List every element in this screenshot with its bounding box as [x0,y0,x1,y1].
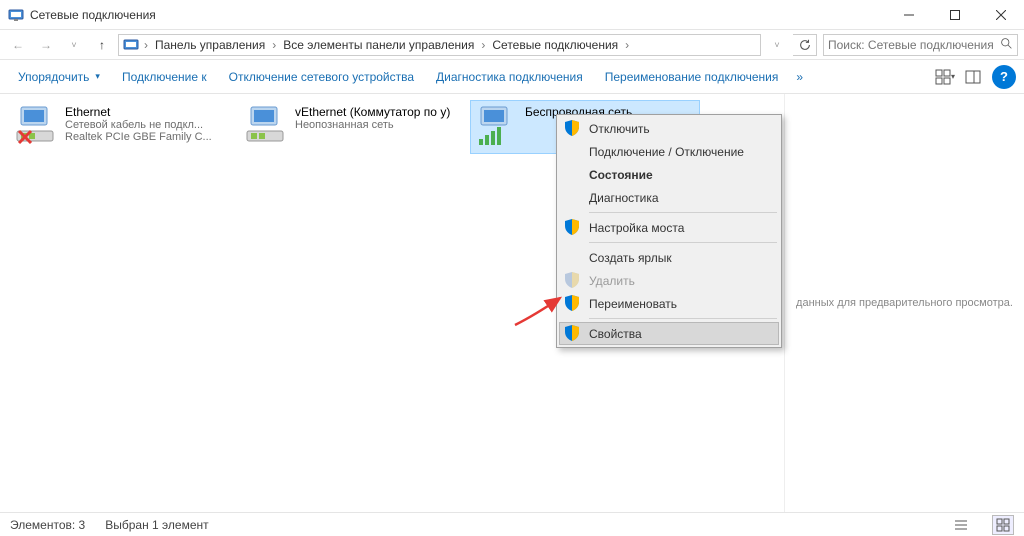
back-button[interactable]: ← [6,33,30,57]
menu-item-label: Создать ярлык [589,251,672,265]
close-button[interactable] [978,0,1024,30]
large-icons-view-button[interactable] [992,515,1014,535]
history-dropdown[interactable]: ˅ [765,33,789,57]
window-title: Сетевые подключения [30,8,886,22]
menu-item-delete: Удалить [559,269,779,292]
details-view-button[interactable] [950,515,972,535]
shield-icon [563,294,581,312]
forward-button[interactable]: → [34,33,58,57]
breadcrumb-icon [123,37,139,53]
search-input[interactable] [828,38,1000,52]
help-button[interactable]: ? [992,65,1016,89]
connection-status: Неопознанная сеть [295,119,467,131]
status-selected: Выбран 1 элемент [105,518,208,532]
network-adapter-icon [13,103,61,151]
menu-item-label: Удалить [589,274,635,288]
connection-item-vethernet[interactable]: vEthernet (Коммутатор по у) Неопознанная… [240,100,470,154]
menu-item-rename[interactable]: Переименовать [559,292,779,315]
shield-icon [563,271,581,289]
connection-name: vEthernet (Коммутатор по у) [295,103,467,119]
rename-button[interactable]: Переименование подключения [595,66,789,88]
preview-pane: данных для предварительного просмотра. [784,94,1024,512]
menu-item-status[interactable]: Состояние [559,163,779,186]
chevron-right-icon: › [624,38,630,52]
menu-separator [589,242,777,243]
preview-pane-button[interactable] [960,65,986,89]
status-count: Элементов: 3 [10,518,85,532]
toolbar-more-button[interactable]: » [790,66,809,88]
refresh-button[interactable] [793,34,817,56]
chevron-right-icon: › [143,38,149,52]
connection-device: Realtek PCIe GBE Family C... [65,131,237,143]
statusbar: Элементов: 3 Выбран 1 элемент [0,512,1024,536]
chevron-right-icon: › [480,38,486,52]
menu-item-connect-disconnect[interactable]: Подключение / Отключение [559,140,779,163]
maximize-button[interactable] [932,0,978,30]
minimize-button[interactable] [886,0,932,30]
wireless-adapter-icon [473,103,521,151]
disable-device-button[interactable]: Отключение сетевого устройства [219,66,424,88]
preview-text: данных для предварительного просмотра. [796,297,1013,309]
menu-separator [589,212,777,213]
organize-button[interactable]: Упорядочить [8,66,110,88]
menu-item-label: Переименовать [589,297,677,311]
connection-status: Сетевой кабель не подкл... [65,119,237,131]
context-menu: Отключить Подключение / Отключение Состо… [556,114,782,348]
addressbar: ← → ˅ ↑ › Панель управления › Все элемен… [0,30,1024,60]
up-button[interactable]: ↑ [90,33,114,57]
menu-item-disable[interactable]: Отключить [559,117,779,140]
menu-separator [589,318,777,319]
menu-item-label: Отключить [589,122,650,136]
menu-item-create-shortcut[interactable]: Создать ярлык [559,246,779,269]
titlebar: Сетевые подключения [0,0,1024,30]
toolbar: Упорядочить Подключение к Отключение сет… [0,60,1024,94]
menu-item-bridge[interactable]: Настройка моста [559,216,779,239]
shield-icon [563,218,581,236]
shield-icon [563,324,581,342]
menu-item-diagnose[interactable]: Диагностика [559,186,779,209]
menu-item-label: Подключение / Отключение [589,145,744,159]
menu-item-label: Диагностика [589,191,659,205]
breadcrumb-item[interactable]: Панель управления [151,38,269,52]
recent-button[interactable]: ˅ [62,33,86,57]
menu-item-label: Свойства [589,327,642,341]
chevron-right-icon: › [271,38,277,52]
menu-item-properties[interactable]: Свойства [559,322,779,345]
menu-item-label: Настройка моста [589,221,684,235]
breadcrumb-item[interactable]: Все элементы панели управления [279,38,478,52]
menu-item-label: Состояние [589,168,653,182]
network-adapter-icon [243,103,291,151]
view-options-button[interactable]: ▾ [932,65,958,89]
content-area: Ethernet Сетевой кабель не подкл... Real… [0,94,1024,512]
shield-icon [563,119,581,137]
search-box[interactable] [823,34,1018,56]
search-icon[interactable] [1000,37,1013,53]
connect-to-button[interactable]: Подключение к [112,66,217,88]
connection-item-ethernet[interactable]: Ethernet Сетевой кабель не подкл... Real… [10,100,240,154]
diagnose-button[interactable]: Диагностика подключения [426,66,593,88]
breadcrumb-item[interactable]: Сетевые подключения [488,38,622,52]
app-icon [8,7,24,23]
connection-name: Ethernet [65,103,237,119]
breadcrumb[interactable]: › Панель управления › Все элементы панел… [118,34,761,56]
